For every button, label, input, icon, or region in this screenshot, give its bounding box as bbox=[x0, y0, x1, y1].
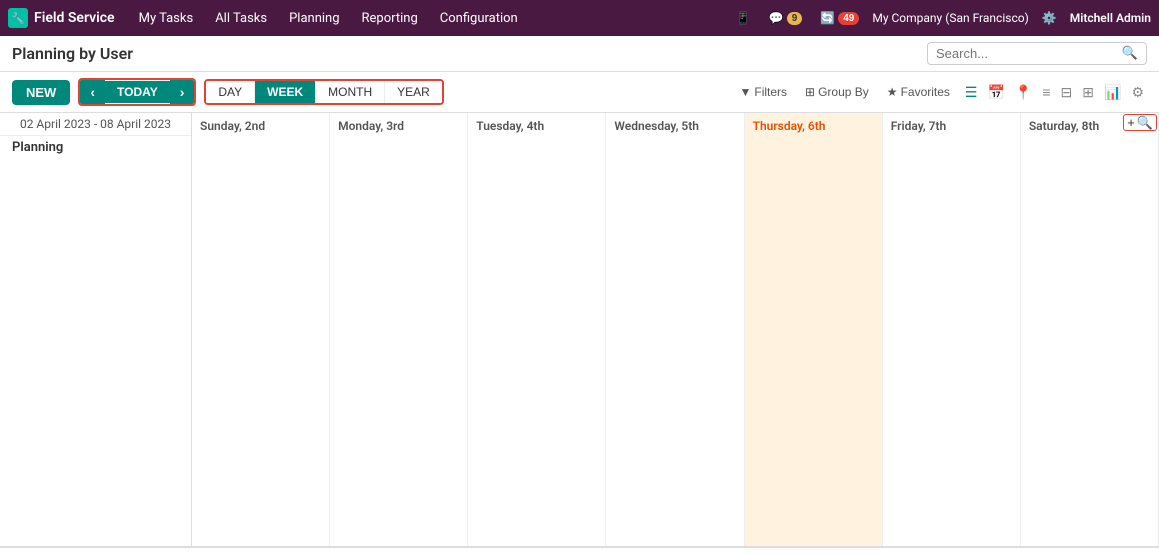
view-day[interactable]: DAY bbox=[206, 81, 255, 103]
date-range-header: 02 April 2023 - 08 April 2023 bbox=[0, 113, 191, 136]
map-icon[interactable]: 📍 bbox=[1012, 82, 1035, 103]
top-menu: My Tasks All Tasks Planning Reporting Co… bbox=[129, 7, 727, 30]
today-button[interactable]: TODAY bbox=[105, 81, 170, 103]
column-headers: Sunday, 2nd Monday, 3rd Tuesday, 4th Wed… bbox=[192, 113, 1159, 546]
zoom-out-button[interactable]: 🔍 bbox=[1137, 116, 1153, 129]
next-button[interactable]: › bbox=[170, 80, 195, 104]
view-week[interactable]: WEEK bbox=[255, 81, 316, 103]
user-name: Mitchell Admin bbox=[1070, 11, 1151, 25]
app-name: Field Service bbox=[34, 10, 115, 26]
group-by-button[interactable]: ⊞ Group By bbox=[799, 82, 875, 102]
search-box[interactable]: 🔍 bbox=[927, 42, 1147, 65]
chat-badge: 9 bbox=[787, 12, 803, 25]
toolbar: NEW ‹ TODAY › DAY WEEK MONTH YEAR ▼ Filt… bbox=[0, 72, 1159, 113]
app-brand[interactable]: 🔧 Field Service bbox=[8, 8, 115, 28]
star-icon: ★ bbox=[887, 85, 898, 99]
search-input[interactable] bbox=[936, 46, 1116, 61]
group-icon: ⊞ bbox=[805, 85, 815, 99]
menu-reporting[interactable]: Reporting bbox=[352, 7, 428, 30]
view-icons: ☰ 📅 📍 ≡ ⊟ ⊞ 📊 ⚙ bbox=[962, 82, 1147, 103]
zoom-in-button[interactable]: + bbox=[1127, 116, 1135, 129]
col-header-fri: Friday, 7th bbox=[883, 113, 1021, 546]
top-navigation: 🔧 Field Service My Tasks All Tasks Plann… bbox=[0, 0, 1159, 36]
view-group: DAY WEEK MONTH YEAR bbox=[204, 79, 443, 105]
calendar-icon[interactable]: 📅 bbox=[984, 82, 1007, 103]
menu-configuration[interactable]: Configuration bbox=[430, 7, 528, 30]
col-header-tue: Tuesday, 4th bbox=[468, 113, 606, 546]
columns-icon[interactable]: ⊟ bbox=[1058, 82, 1076, 103]
app-icon: 🔧 bbox=[8, 8, 28, 28]
favorites-button[interactable]: ★ Favorites bbox=[881, 82, 956, 102]
calendar-container: 02 April 2023 - 08 April 2023 Planning S… bbox=[0, 113, 1159, 548]
table-view-icon[interactable]: ≡ bbox=[1039, 82, 1053, 102]
prev-button[interactable]: ‹ bbox=[80, 80, 105, 104]
filter-icon: ▼ bbox=[739, 85, 751, 99]
page-title: Planning by User bbox=[12, 44, 919, 63]
subbar: Planning by User 🔍 bbox=[0, 36, 1159, 72]
col-header-thu: Thursday, 6th + 🔍 bbox=[745, 113, 883, 546]
top-right-controls: 📱 💬 9 🔄 49 My Company (San Francisco) ⚙️… bbox=[731, 9, 1151, 27]
navigation-group: ‹ TODAY › bbox=[78, 78, 196, 106]
col-header-mon: Monday, 3rd bbox=[330, 113, 468, 546]
activity-badge: 49 bbox=[838, 12, 859, 25]
zoom-controls: + 🔍 bbox=[1123, 114, 1157, 131]
activity-icon-button[interactable]: 🔄 49 bbox=[815, 9, 864, 27]
company-name: My Company (San Francisco) bbox=[872, 11, 1028, 25]
menu-my-tasks[interactable]: My Tasks bbox=[129, 7, 204, 30]
col-header-sat: Saturday, 8th bbox=[1021, 113, 1159, 546]
settings-view-icon[interactable]: ⚙ bbox=[1128, 82, 1147, 103]
menu-all-tasks[interactable]: All Tasks bbox=[205, 7, 277, 30]
col-header-wed: Wednesday, 5th bbox=[606, 113, 744, 546]
menu-planning[interactable]: Planning bbox=[279, 7, 349, 30]
chart-icon[interactable]: 📊 bbox=[1101, 82, 1124, 103]
new-button[interactable]: NEW bbox=[12, 80, 70, 105]
list-view-icon[interactable]: ☰ bbox=[962, 82, 981, 103]
grid-icon[interactable]: ⊞ bbox=[1079, 82, 1097, 103]
chat-icon-button[interactable]: 💬 9 bbox=[764, 9, 808, 27]
settings-icon-button[interactable]: ⚙️ bbox=[1037, 9, 1062, 27]
view-month[interactable]: MONTH bbox=[316, 81, 385, 103]
phone-icon-button[interactable]: 📱 bbox=[731, 9, 756, 27]
col-header-sun: Sunday, 2nd bbox=[192, 113, 330, 546]
view-year[interactable]: YEAR bbox=[385, 81, 442, 103]
filters-button[interactable]: ▼ Filters bbox=[733, 82, 793, 102]
toolbar-right: ▼ Filters ⊞ Group By ★ Favorites ☰ 📅 📍 ≡… bbox=[733, 82, 1147, 103]
sidebar-planning-label: Planning bbox=[0, 136, 191, 159]
search-icon: 🔍 bbox=[1122, 46, 1138, 61]
